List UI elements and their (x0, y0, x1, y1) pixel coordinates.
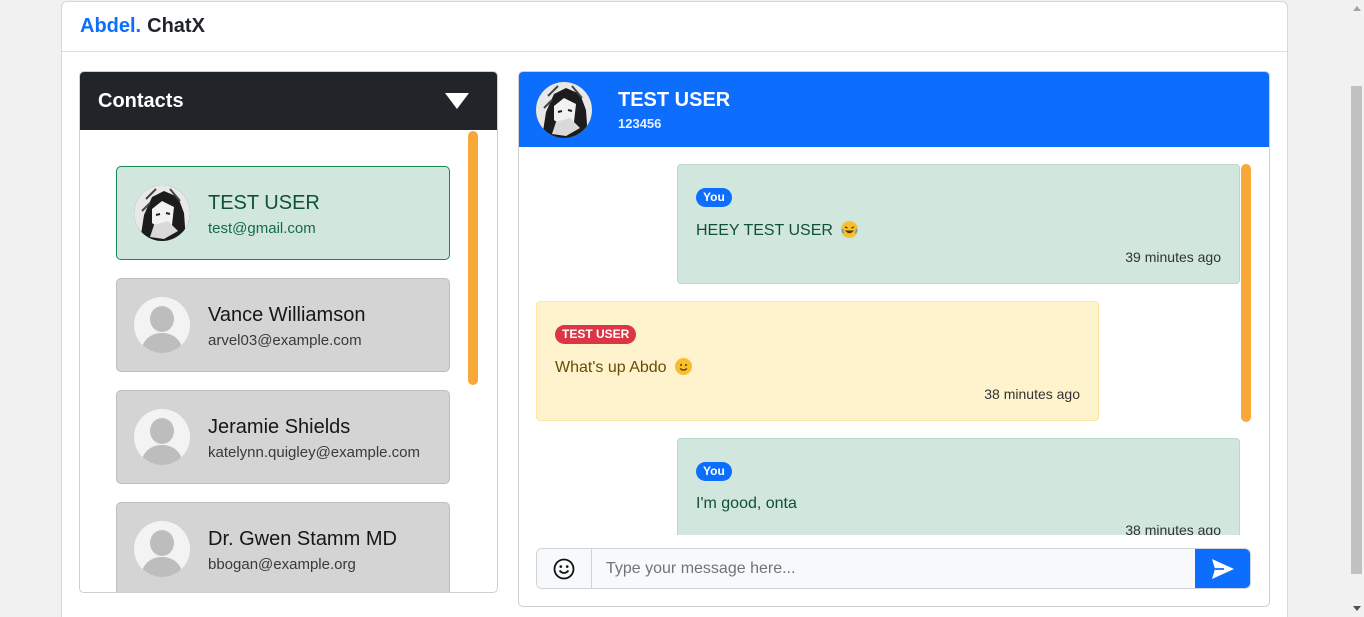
send-button[interactable] (1195, 549, 1250, 588)
app-card: Abdel. ChatX Contacts TEST USER test@gma… (61, 1, 1288, 617)
sender-badge: You (696, 188, 732, 207)
default-user-icon (134, 409, 190, 465)
page-scrollbar-thumb[interactable] (1351, 86, 1362, 574)
message-time: 39 minutes ago (1125, 249, 1221, 265)
message-text-row: What's up Abdo (555, 358, 1080, 377)
sender-badge: You (696, 462, 732, 481)
message-bubble: You I'm good, onta 38 minutes ago (677, 438, 1240, 535)
sender-badge: TEST USER (555, 325, 637, 344)
contacts-header: Contacts (80, 72, 497, 130)
smiley-icon (553, 558, 575, 579)
contact-email: bbogan@example.org (208, 555, 356, 573)
message-text-row: I'm good, onta (696, 495, 1221, 513)
chat-scrollbar[interactable] (1241, 164, 1251, 422)
chat-header-text: TEST USER 123456 (618, 88, 730, 131)
contact-name: Dr. Gwen Stamm MD (208, 527, 397, 550)
page-scrollbar[interactable] (1349, 0, 1364, 617)
chat-contact-id: 123456 (618, 116, 662, 131)
avatar (536, 81, 592, 138)
message-bubble: You HEEY TEST USER 39 minutes ago (677, 164, 1240, 284)
contact-email: katelynn.quigley@example.com (208, 443, 420, 461)
chat-header: TEST USER 123456 (519, 72, 1269, 147)
emoji-button[interactable] (537, 549, 592, 588)
message-text: I'm good, onta (696, 495, 797, 512)
smiling-emoji-icon (675, 358, 693, 375)
chat-panel: TEST USER 123456 You HEEY TEST USER 39 m… (518, 71, 1270, 607)
manga-avatar-icon (536, 81, 592, 138)
message-time: 38 minutes ago (1125, 522, 1221, 535)
contacts-scrollbar[interactable] (468, 131, 478, 385)
collapse-triangle-icon[interactable] (445, 93, 469, 109)
laughing-emoji-icon (841, 221, 859, 238)
contact-item-vance-williamson[interactable]: Vance Williamson arvel03@example.com (116, 278, 450, 372)
contact-item-jeramie-shields[interactable]: Jeramie Shields katelynn.quigley@example… (116, 390, 450, 484)
contacts-title: Contacts (98, 89, 184, 112)
contact-text: TEST USER test@gmail.com (208, 190, 320, 237)
contact-item-gwen-stamm[interactable]: Dr. Gwen Stamm MD bbogan@example.org (116, 502, 450, 592)
contact-item-test-user[interactable]: TEST USER test@gmail.com (116, 166, 450, 260)
brand-first[interactable]: Abdel. (80, 15, 141, 38)
manga-avatar-icon (134, 185, 190, 241)
contact-list: TEST USER test@gmail.com Vance Williamso… (80, 130, 497, 592)
contact-email: test@gmail.com (208, 219, 316, 237)
default-user-icon (134, 297, 190, 353)
send-icon (1211, 558, 1234, 579)
navbar: Abdel. ChatX (62, 2, 1287, 52)
scroll-down-arrow-icon[interactable] (1353, 606, 1361, 611)
contact-text: Dr. Gwen Stamm MD bbogan@example.org (208, 526, 397, 573)
avatar (134, 185, 190, 241)
chat-contact-name: TEST USER (618, 89, 731, 111)
message-list: You HEEY TEST USER 39 minutes ago TEST U… (519, 147, 1269, 535)
brand-second[interactable]: ChatX (147, 15, 205, 38)
contact-text: Jeramie Shields katelynn.quigley@example… (208, 414, 420, 461)
message-text-row: HEEY TEST USER (696, 221, 1221, 240)
contact-text: Vance Williamson arvel03@example.com (208, 302, 365, 349)
message-time: 38 minutes ago (984, 386, 1080, 402)
message-text: What's up Abdo (555, 359, 667, 376)
contact-name: Jeramie Shields (208, 415, 351, 438)
message-bubble: TEST USER What's up Abdo 38 minutes ago (536, 301, 1099, 421)
scroll-up-arrow-icon[interactable] (1353, 6, 1361, 11)
message-composer (536, 548, 1251, 589)
message-input[interactable] (592, 549, 1195, 588)
contact-email: arvel03@example.com (208, 331, 362, 349)
contact-name: TEST USER (208, 191, 320, 214)
contacts-panel: Contacts TEST USER test@gmail.com Vance … (79, 71, 498, 593)
contact-name: Vance Williamson (208, 303, 366, 326)
message-text: HEEY TEST USER (696, 222, 833, 239)
default-user-icon (134, 521, 190, 577)
